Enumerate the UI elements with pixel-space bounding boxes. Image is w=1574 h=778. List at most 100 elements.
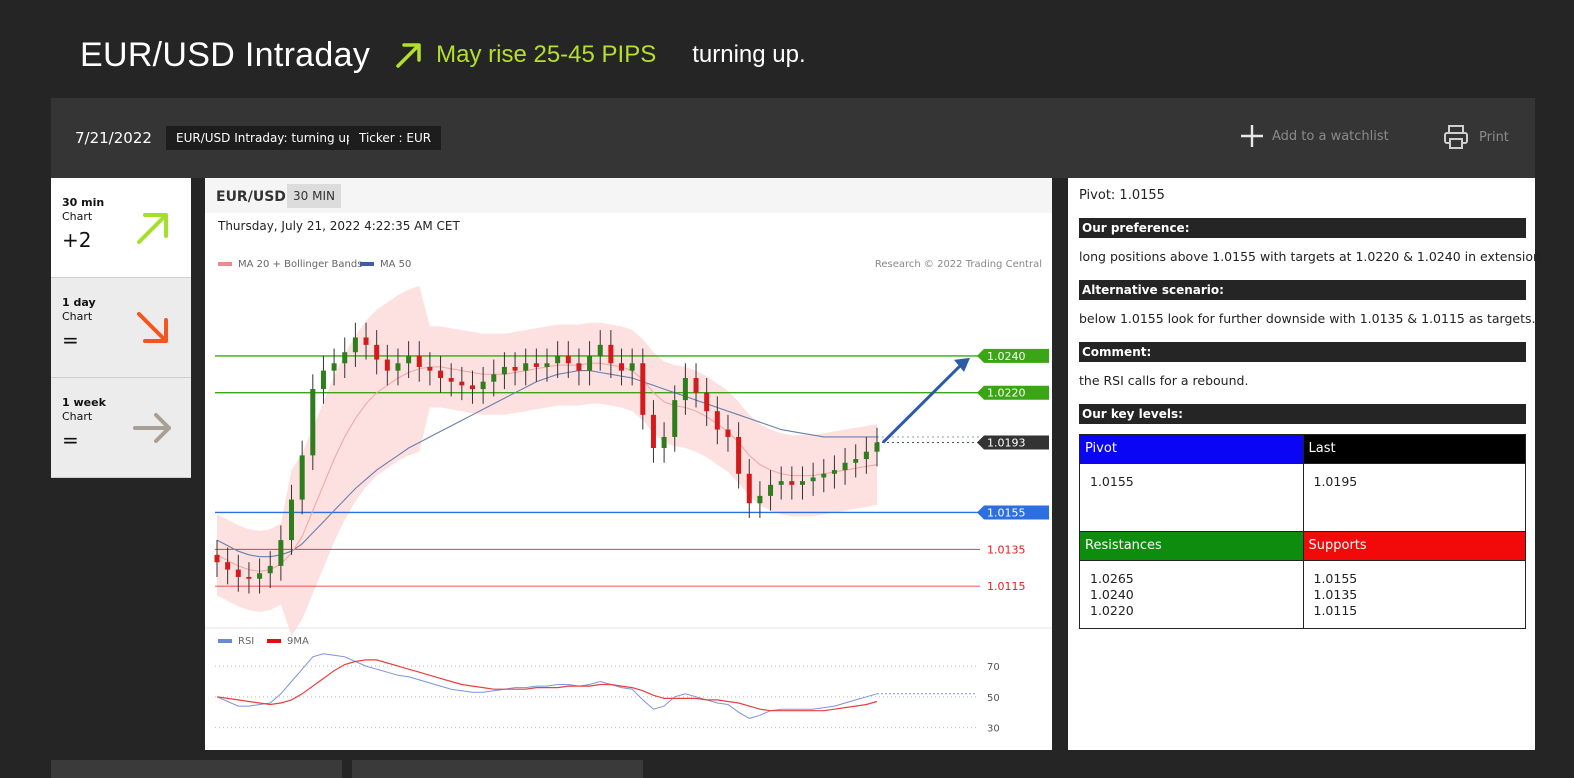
candle-body	[491, 374, 497, 382]
candle-body	[831, 470, 837, 474]
headline-tag: EUR/USD Intraday: turning up.	[166, 126, 368, 150]
timeframe-label: 1 day	[62, 296, 96, 309]
add-watchlist-button[interactable]: Add to a watchlist	[1240, 124, 1389, 148]
candle-body	[363, 337, 369, 345]
legend-ma50: MA 50	[380, 259, 411, 270]
comment-text: the RSI calls for a rebound.	[1079, 373, 1249, 388]
supports-cell: Supports 1.0155 1.0135 1.0115	[1302, 532, 1525, 628]
forecast-arrow-line	[881, 362, 964, 444]
comment-heading: Comment:	[1079, 342, 1526, 362]
candle-body	[469, 385, 475, 390]
legend-swatch-ma50	[360, 262, 374, 266]
candle-body	[661, 436, 667, 448]
candle-body	[565, 355, 571, 364]
pivot-header: Pivot	[1080, 435, 1303, 463]
candle-body	[448, 378, 454, 382]
rsi-tick-label: 50	[987, 693, 1000, 704]
candle-body	[533, 363, 539, 367]
candle-body	[768, 484, 774, 496]
level-label-pivot: 1.0155	[987, 506, 1026, 519]
candle-body	[672, 400, 678, 437]
level-label-resistance: 1.0240	[987, 350, 1026, 363]
level-label-last: 1.0193	[987, 436, 1026, 449]
candle-body	[235, 569, 241, 577]
candle-body	[342, 352, 348, 364]
plus-icon	[1241, 125, 1263, 147]
chart-symbol: EUR/USD	[216, 189, 286, 205]
print-label: Print	[1479, 129, 1509, 145]
candle-body	[682, 378, 688, 401]
price-chart: MA 20 + Bollinger Bands MA 50 Research © 2…	[205, 259, 1052, 735]
candle-body	[640, 363, 646, 415]
arrow-up-right-icon	[396, 43, 421, 68]
key-levels-row: Resistances 1.0265 1.0240 1.0220 Support…	[1080, 531, 1525, 628]
timeframe-1week[interactable]: 1 week Chart =	[51, 378, 191, 478]
candle-body	[512, 366, 518, 371]
page-subtitle: turning up.	[692, 41, 806, 68]
timeframe-30min[interactable]: 30 min Chart +2	[51, 178, 191, 278]
preference-heading: Our preference:	[1079, 218, 1526, 238]
timeframe-score: +2	[62, 228, 92, 252]
bollinger-band	[217, 285, 877, 636]
page-header: EUR/USD Intraday May rise 25-45 PIPS tur…	[80, 30, 806, 80]
legend-swatch-ma20	[218, 262, 232, 266]
timeframe-label: 1 week	[62, 396, 106, 409]
candle-body	[246, 576, 252, 579]
legend-rsi: RSI	[238, 636, 254, 647]
legend-9ma: 9MA	[287, 636, 309, 647]
candle-body	[310, 389, 316, 456]
candle-body	[352, 337, 358, 353]
pivot-value: 1.0155	[1080, 463, 1303, 531]
candle-body	[619, 363, 625, 371]
chart-copyright: Research © 2022 Trading Central	[875, 259, 1042, 270]
bottom-tab-1[interactable]	[51, 760, 342, 778]
candle-body	[427, 366, 433, 371]
last-header: Last	[1303, 435, 1525, 463]
arrow-up-right-icon	[137, 213, 168, 244]
timeframe-1day[interactable]: 1 day Chart =	[51, 278, 191, 378]
timeframe-panel: 30 min Chart +2 1 day Chart = 1 week Cha…	[51, 178, 191, 478]
level-label-support: 1.0115	[987, 580, 1026, 593]
9ma-line	[216, 659, 878, 712]
chart-timeframe-badge[interactable]: 30 MIN	[287, 184, 341, 208]
timeframe-score: =	[62, 428, 79, 452]
candle-body	[608, 344, 614, 364]
supports-header: Supports	[1303, 532, 1525, 560]
resistances-header: Resistances	[1080, 532, 1303, 560]
candle-body	[693, 378, 699, 393]
candle-body	[704, 392, 710, 412]
pivot-summary: Pivot: 1.0155	[1079, 188, 1165, 203]
legend-swatch-9ma	[267, 639, 281, 643]
candle-body	[736, 436, 742, 474]
timeframe-score: =	[62, 328, 79, 352]
candle-body	[384, 359, 390, 371]
timeframe-sub: Chart	[62, 210, 93, 223]
candle-body	[225, 562, 231, 570]
print-button[interactable]: Print	[1443, 124, 1509, 150]
candle-body	[331, 363, 337, 371]
candle-body	[587, 355, 593, 371]
candle-body	[555, 355, 561, 364]
candle-body	[374, 344, 380, 360]
candle-body	[757, 495, 763, 504]
level-label-resistance: 1.0220	[987, 387, 1026, 400]
pivot-cell: Pivot 1.0155	[1080, 435, 1303, 531]
timeframe-sub: Chart	[62, 410, 93, 423]
analysis-panel: Pivot: 1.0155 Our preference: long posit…	[1067, 178, 1545, 750]
resistances-cell: Resistances 1.0265 1.0240 1.0220	[1080, 532, 1303, 628]
ticker-tag: Ticker : EUR	[349, 126, 442, 150]
candle-body	[714, 411, 720, 430]
candle-body	[789, 481, 795, 485]
key-levels-row: Pivot 1.0155 Last 1.0195	[1080, 435, 1525, 531]
analysis-date: 7/21/2022	[75, 129, 152, 147]
candle-body	[406, 355, 412, 364]
bottom-tab-2[interactable]	[352, 760, 643, 778]
candle-body	[459, 381, 465, 386]
candle-body	[501, 366, 507, 375]
key-levels-heading: Our key levels:	[1079, 404, 1526, 424]
rsi-line	[216, 653, 878, 719]
candle-body	[629, 363, 635, 371]
candle-body	[725, 429, 731, 437]
candle-body	[299, 455, 305, 500]
page-title: EUR/USD Intraday	[80, 35, 371, 74]
